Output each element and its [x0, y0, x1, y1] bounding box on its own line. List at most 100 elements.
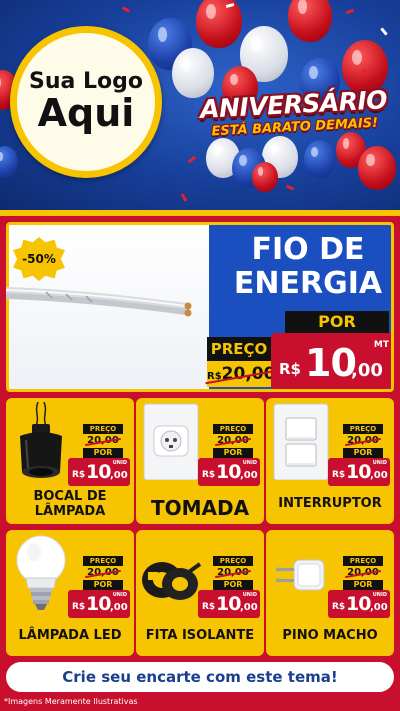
product-card-interruptor[interactable]: PREÇO 20,00 POR R$ 10 ,00 UNID INTERRUPT…	[266, 398, 394, 524]
disclaimer-text: *Imagens Meramente Ilustrativas	[4, 697, 138, 706]
new-price-label: POR	[83, 448, 123, 458]
featured-old-price-number: 20,00	[221, 364, 276, 384]
lamp-socket-icon	[20, 402, 62, 478]
confetti-icon	[187, 155, 197, 164]
price-currency: R$	[72, 602, 86, 612]
plug-icon	[276, 559, 325, 591]
product-name: PINO MACHO	[282, 628, 378, 644]
balloon-red-icon	[252, 162, 278, 192]
new-price-label: POR	[213, 580, 253, 590]
featured-new-price: R$ 10 ,00 MT	[271, 333, 391, 389]
product-card-tomada[interactable]: PREÇO 20,00 POR R$ 10 ,00 UNID TOMADA	[136, 398, 264, 524]
new-price: R$ 10 ,00 UNID	[328, 590, 390, 618]
insulating-tape-icon	[142, 562, 202, 600]
featured-price-unit: MT	[373, 340, 389, 350]
new-price: R$ 10 ,00 UNID	[198, 590, 260, 618]
balloon-blue-icon	[304, 140, 336, 178]
old-price-value: 20,00	[217, 435, 249, 446]
old-price-label: PREÇO	[343, 424, 383, 434]
light-switch-icon	[273, 403, 329, 480]
old-price-label: PREÇO	[213, 556, 253, 566]
old-price: 20,00	[83, 434, 123, 447]
product-name: LÂMPADA LED	[18, 628, 122, 644]
price-currency: R$	[332, 602, 346, 612]
price-unit: UNID	[242, 592, 257, 598]
price-unit: UNID	[112, 592, 127, 598]
featured-new-price-label: POR	[285, 311, 389, 333]
product-name: INTERRUPTOR	[278, 496, 382, 512]
balloon-red-icon	[288, 0, 332, 42]
confetti-icon	[285, 184, 295, 191]
featured-old-price-label: PREÇO	[207, 337, 271, 361]
price-unit: UNID	[372, 460, 387, 466]
header-banner: Sua Logo Aqui ANIVERSÁRIO ESTÁ BARATO DE…	[0, 0, 400, 212]
old-price-label: PREÇO	[83, 424, 123, 434]
price-currency: R$	[332, 470, 346, 480]
product-card-bocal[interactable]: PREÇO 20,00 POR R$ 10 ,00 UNID BOCAL DE …	[6, 398, 134, 524]
product-card-lampada-led[interactable]: PREÇO 20,00 POR R$ 10 ,00 UNID LÂMPADA L…	[6, 530, 134, 656]
price-decimal: ,00	[370, 470, 388, 481]
old-price-label: PREÇO	[83, 556, 123, 566]
price-currency: R$	[202, 602, 216, 612]
product-name: BOCAL DE LÂMPADA	[33, 489, 107, 520]
old-price-value: 20,00	[217, 567, 249, 578]
featured-old-price-prefix: R$	[207, 371, 222, 382]
featured-title: FIO DE ENERGIA	[219, 232, 391, 301]
price-integer: 10	[346, 593, 371, 615]
new-price-label: POR	[343, 580, 383, 590]
price-integer: 10	[216, 593, 241, 615]
new-price-label: POR	[343, 448, 383, 458]
price-currency: R$	[72, 470, 86, 480]
product-name: TOMADA	[150, 496, 250, 520]
old-price-label: PREÇO	[343, 556, 383, 566]
header-divider	[0, 210, 400, 216]
old-price-value: 20,00	[347, 435, 379, 446]
price-unit: UNID	[372, 592, 387, 598]
balloon-red-icon	[358, 146, 396, 190]
old-price-value: 20,00	[347, 567, 379, 578]
product-card-pino-macho[interactable]: PREÇO 20,00 POR R$ 10 ,00 UNID PINO MACH…	[266, 530, 394, 656]
price-integer: 10	[86, 461, 111, 483]
featured-price-currency: R$	[279, 360, 301, 378]
old-price: 20,00	[213, 566, 253, 579]
electric-wire-icon	[6, 287, 192, 317]
logo-placeholder: Sua Logo Aqui	[10, 26, 162, 178]
product-name: FITA ISOLANTE	[145, 628, 255, 644]
price-currency: R$	[202, 470, 216, 480]
cta-banner[interactable]: Crie seu encarte com este tema!	[6, 662, 394, 692]
featured-title-line-2: ENERGIA	[233, 265, 383, 301]
confetti-icon	[345, 8, 355, 15]
new-price-label: POR	[83, 580, 123, 590]
new-price: R$ 10 ,00 UNID	[198, 458, 260, 486]
old-price: 20,00	[343, 566, 383, 579]
price-unit: UNID	[242, 460, 257, 466]
logo-line-2: Aqui	[37, 91, 135, 136]
price-decimal: ,00	[110, 470, 128, 481]
old-price-label: PREÇO	[213, 424, 253, 434]
new-price: R$ 10 ,00 UNID	[68, 590, 130, 618]
old-price: 20,00	[343, 434, 383, 447]
confetti-icon	[380, 27, 388, 36]
price-integer: 10	[346, 461, 371, 483]
led-bulb-icon	[16, 535, 66, 610]
price-decimal: ,00	[110, 602, 128, 613]
featured-old-price-value: R$20,00	[207, 361, 276, 389]
old-price-value: 20,00	[87, 435, 119, 446]
old-price: 20,00	[213, 434, 253, 447]
balloon-red-icon	[196, 0, 242, 48]
featured-old-price: R$20,00	[207, 361, 275, 387]
new-price: R$ 10 ,00 UNID	[328, 458, 390, 486]
product-card-fita-isolante[interactable]: PREÇO 20,00 POR R$ 10 ,00 UNID FITA ISOL…	[136, 530, 264, 656]
confetti-icon	[180, 193, 188, 202]
price-decimal: ,00	[240, 602, 258, 613]
featured-price-decimal: ,00	[351, 360, 383, 381]
featured-title-line-1: FIO DE	[251, 232, 365, 267]
price-integer: 10	[216, 461, 241, 483]
balloon-blue-icon	[0, 146, 18, 178]
anniversary-headline: ANIVERSÁRIO ESTÁ BARATO DEMAIS!	[191, 85, 397, 141]
price-decimal: ,00	[240, 470, 258, 481]
new-price-label: POR	[213, 448, 253, 458]
old-price: 20,00	[83, 566, 123, 579]
balloon-white-icon	[172, 48, 214, 98]
old-price-value: 20,00	[87, 567, 119, 578]
